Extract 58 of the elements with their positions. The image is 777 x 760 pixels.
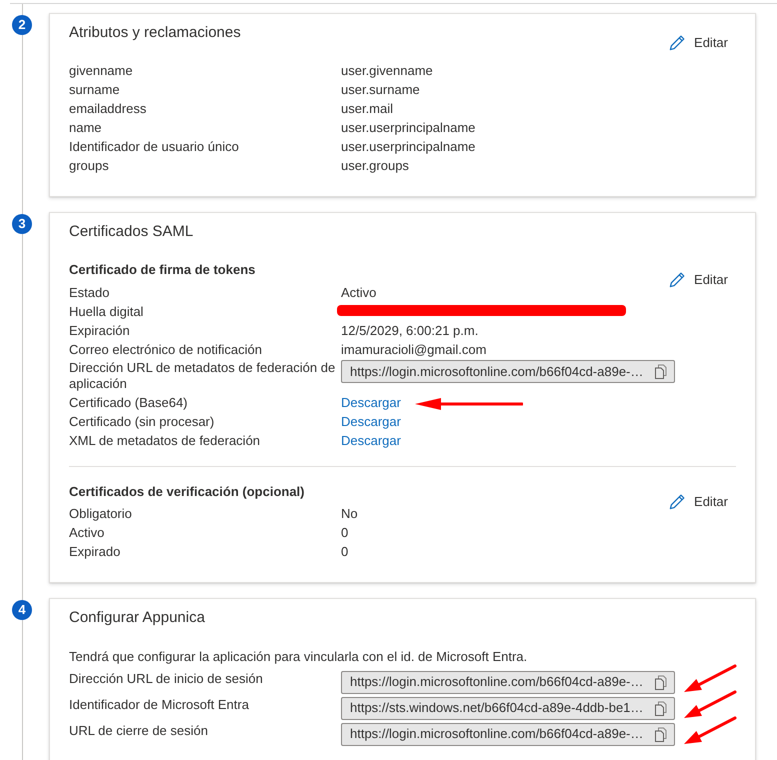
property-value: user.userprincipalname xyxy=(341,120,476,135)
property-label: surname xyxy=(69,82,120,97)
pencil-icon[interactable] xyxy=(669,272,686,288)
property-label: Dirección URL de metadatos de federación de aplicación xyxy=(69,360,336,391)
property-label: Identificador de usuario único xyxy=(69,139,239,154)
property-label: Certificado (Base64) xyxy=(69,395,188,410)
property-label: Estado xyxy=(69,284,110,300)
property-value: No xyxy=(341,506,358,521)
property-label: groups xyxy=(69,158,109,173)
property-label: Expirado xyxy=(69,544,120,559)
copy-icon[interactable] xyxy=(655,674,667,690)
download-link[interactable]: Descargar xyxy=(341,414,401,429)
property-value: 0 xyxy=(341,544,348,559)
section-heading: Certificados de verificación (opcional) xyxy=(69,482,306,500)
description-text: Tendrá que configurar la aplicación para vincularla con el id. de Microsoft Entra. xyxy=(69,648,528,664)
property-label: XML de metadatos de federación xyxy=(69,433,260,448)
property-value: 0 xyxy=(341,525,348,540)
property-label: Dirección URL de inicio de sesión xyxy=(69,670,263,686)
property-value: user.mail xyxy=(341,101,394,116)
property-label: Certificado (sin procesar) xyxy=(69,414,214,429)
property-label: Obligatorio xyxy=(69,506,132,521)
url-field[interactable]: https://login.microsoftonline.com/b66f04cd-a89e-… xyxy=(341,722,675,746)
url-field[interactable]: https://login.microsoftonline.com/b66f04cd-a89e-… xyxy=(341,360,675,383)
property-value: imamuracioli@gmail.com xyxy=(341,342,486,356)
property-label: Correo electrónico de notificación xyxy=(69,342,262,356)
copy-icon[interactable] xyxy=(655,700,667,716)
property-label: Identificador de Microsoft Entra xyxy=(69,696,249,712)
copy-icon[interactable] xyxy=(655,726,667,742)
edit-button[interactable]: Editar xyxy=(661,31,736,55)
card-title: Atributos y reclamaciones xyxy=(69,23,242,43)
property-label: emailaddress xyxy=(69,101,146,116)
url-field[interactable]: https://sts.windows.net/b66f04cd-a89e-4ddb-be1… xyxy=(341,696,675,720)
property-value: user.groups xyxy=(341,158,409,173)
download-link[interactable]: Descargar xyxy=(341,395,401,410)
property-label: URL de cierre de sesión xyxy=(69,722,208,738)
property-label: name xyxy=(69,120,102,135)
edit-button[interactable]: Editar xyxy=(661,490,736,514)
property-value: user.surname xyxy=(341,82,420,97)
property-label: givenname xyxy=(69,63,133,78)
property-value: Activo xyxy=(341,284,376,300)
property-value: user.givenname xyxy=(341,63,433,78)
property-value: user.userprincipalname xyxy=(341,139,476,154)
card-title: Certificados SAML xyxy=(69,222,194,242)
step-number: 4 xyxy=(12,600,32,620)
step-number: 3 xyxy=(12,214,32,234)
property-label: Expiración xyxy=(69,322,130,338)
pencil-icon[interactable] xyxy=(669,494,686,510)
property-label: Activo xyxy=(69,525,104,540)
pencil-icon[interactable] xyxy=(669,35,686,51)
copy-icon[interactable] xyxy=(655,364,667,379)
url-field[interactable]: https://login.microsoftonline.com/b66f04cd-a89e-… xyxy=(341,670,675,694)
edit-button[interactable]: Editar xyxy=(661,268,736,292)
property-value: 12/5/2029, 6:00:21 p.m. xyxy=(341,322,478,338)
card-title: Configurar Appunica xyxy=(69,608,206,628)
step-number: 2 xyxy=(12,15,32,35)
download-link[interactable]: Descargar xyxy=(341,433,401,448)
section-heading: Certificado de firma de tokens xyxy=(69,261,256,279)
property-label: Huella digital xyxy=(69,304,144,318)
